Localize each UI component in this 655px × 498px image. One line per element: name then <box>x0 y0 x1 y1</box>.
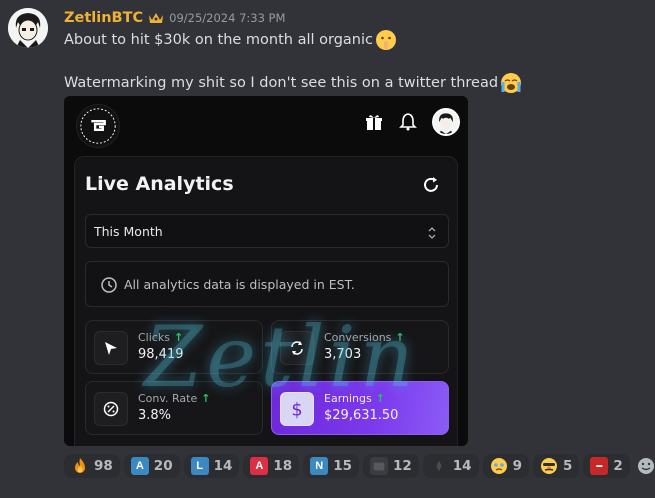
top-icons <box>364 108 460 136</box>
earnings-value: $29,631.50 <box>324 408 399 423</box>
arrow-up-icon: ↑ <box>395 331 405 344</box>
message-text-1: About to hit $30k on the month all organ… <box>64 32 373 48</box>
reaction-count: 20 <box>153 458 173 474</box>
reaction-custom-badge[interactable]: ▬ 2 <box>583 454 630 478</box>
arrow-up-icon: ↑ <box>201 392 211 405</box>
svg-text:$: $ <box>291 401 302 419</box>
reaction-count: 18 <box>273 458 293 474</box>
earnings-card: $ Earnings ↑ $29,631.50 <box>271 381 449 435</box>
fire-icon <box>71 457 89 475</box>
reaction-letter-a-blue[interactable]: A 20 <box>123 454 180 478</box>
reactions-bar: 98 A 20 L 14 A 18 N 15 12 14 9 5 ▬ 2 <box>64 454 655 478</box>
arrow-up-icon: ↑ <box>375 392 385 405</box>
reaction-fire[interactable]: 98 <box>64 454 120 478</box>
refresh-icon[interactable] <box>421 175 441 195</box>
message-line-2: Watermarking my shit so I don't see this… <box>64 72 522 94</box>
embedded-screenshot[interactable]: Live Analytics This Month All analytics … <box>64 96 468 446</box>
reaction-holding-tears[interactable]: 9 <box>482 454 529 478</box>
shushing-face-emoji <box>375 29 397 51</box>
username[interactable]: ZetlinBTC <box>64 10 143 26</box>
reaction-letter-n[interactable]: N 15 <box>303 454 359 478</box>
conversions-card: Conversions ↑ 3,703 <box>271 320 449 374</box>
analytics-panel: Live Analytics This Month All analytics … <box>74 156 458 446</box>
reaction-count: 15 <box>333 458 352 474</box>
clicks-card: Clicks ↑ 98,419 <box>85 320 263 374</box>
disguised-face-icon <box>540 457 558 475</box>
conv-rate-card: Conv. Rate ↑ 3.8% <box>85 381 263 435</box>
add-reaction-button[interactable] <box>634 454 655 478</box>
notice-text: All analytics data is displayed in EST. <box>124 277 355 292</box>
clock-icon <box>100 276 118 294</box>
reaction-letter-l[interactable]: L 14 <box>183 454 240 478</box>
conversions-label: Conversions <box>324 331 392 344</box>
conv-rate-value: 3.8% <box>138 408 172 423</box>
message-header: ZetlinBTC 09/25/2024 7:33 PM <box>64 8 285 28</box>
panel-title: Live Analytics <box>85 173 234 195</box>
period-select[interactable]: This Month <box>85 214 449 248</box>
reaction-custom-1[interactable]: 12 <box>362 454 419 478</box>
period-select-value: This Month <box>94 224 163 239</box>
reaction-count: 14 <box>213 458 233 474</box>
clicks-label: Clicks <box>138 331 170 344</box>
reaction-custom-2[interactable]: 14 <box>422 454 479 478</box>
conversions-value: 3,703 <box>324 347 362 362</box>
clicks-label-wrap: Clicks ↑ <box>138 331 183 344</box>
percent-cycle-icon <box>94 392 128 426</box>
message-text-2: Watermarking my shit so I don't see this… <box>64 75 499 91</box>
reaction-count: 2 <box>613 458 623 474</box>
reaction-disguised-face[interactable]: 5 <box>532 454 580 478</box>
crying-face-emoji <box>500 72 522 94</box>
chevron-up-down-icon <box>426 225 438 239</box>
conv-rate-label-wrap: Conv. Rate ↑ <box>138 392 210 405</box>
add-reaction-icon <box>637 458 654 474</box>
reaction-letter-a-red[interactable]: A 18 <box>243 454 300 478</box>
conversions-label-wrap: Conversions ↑ <box>324 331 405 344</box>
message-line-1: About to hit $30k on the month all organ… <box>64 29 397 51</box>
reaction-count: 9 <box>512 458 522 474</box>
timezone-notice: All analytics data is displayed in EST. <box>85 261 449 307</box>
letter-n-icon: N <box>310 457 329 475</box>
bell-icon[interactable] <box>398 112 418 132</box>
custom-badge-icon: ▬ <box>590 457 609 475</box>
cursor-icon <box>94 331 128 365</box>
earnings-label: Earnings <box>324 392 372 405</box>
custom-emoji-icon <box>369 457 388 475</box>
earnings-label-wrap: Earnings ↑ <box>324 392 385 405</box>
letter-a-icon: A <box>130 457 149 475</box>
refresh-cycle-icon <box>280 331 314 365</box>
letter-a-red-icon: A <box>250 457 269 475</box>
holding-back-tears-icon <box>490 457 508 475</box>
reaction-count: 5 <box>562 458 573 474</box>
glitchy-logo-icon <box>76 104 120 148</box>
timestamp: 09/25/2024 7:33 PM <box>169 11 286 25</box>
profile-avatar[interactable] <box>432 108 460 136</box>
reaction-count: 12 <box>392 458 412 474</box>
reaction-count: 98 <box>94 458 113 474</box>
dollar-icon: $ <box>280 392 314 426</box>
reaction-count: 14 <box>452 458 472 474</box>
crown-icon <box>147 9 165 27</box>
conv-rate-label: Conv. Rate <box>138 392 198 405</box>
clicks-value: 98,419 <box>138 347 184 362</box>
arrow-up-icon: ↑ <box>173 331 184 344</box>
letter-l-icon: L <box>190 457 209 475</box>
custom-emoji-icon <box>430 457 448 475</box>
user-avatar[interactable] <box>8 8 48 48</box>
gift-icon[interactable] <box>364 112 384 132</box>
